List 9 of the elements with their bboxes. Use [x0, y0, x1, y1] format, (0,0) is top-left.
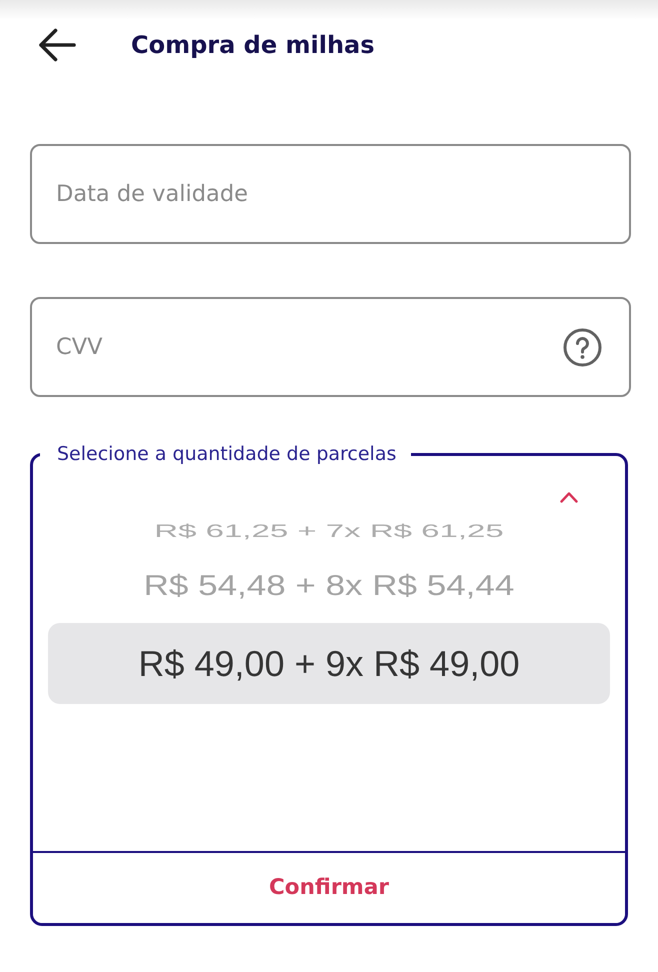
help-icon[interactable]: [563, 328, 602, 367]
picker-label: Selecione a quantidade de parcelas: [57, 443, 396, 465]
back-arrow-icon[interactable]: [38, 28, 76, 62]
installment-option[interactable]: R$ 49,00 + 9x R$ 49,00: [48, 623, 610, 704]
chevron-up-icon[interactable]: [560, 491, 578, 503]
cvv-field[interactable]: CVV: [30, 297, 631, 397]
installment-option[interactable]: R$ 54,48 + 8x R$ 54,44: [144, 571, 514, 600]
page-title: Compra de milhas: [131, 33, 375, 57]
expiry-date-field[interactable]: Data de validade: [30, 144, 631, 244]
